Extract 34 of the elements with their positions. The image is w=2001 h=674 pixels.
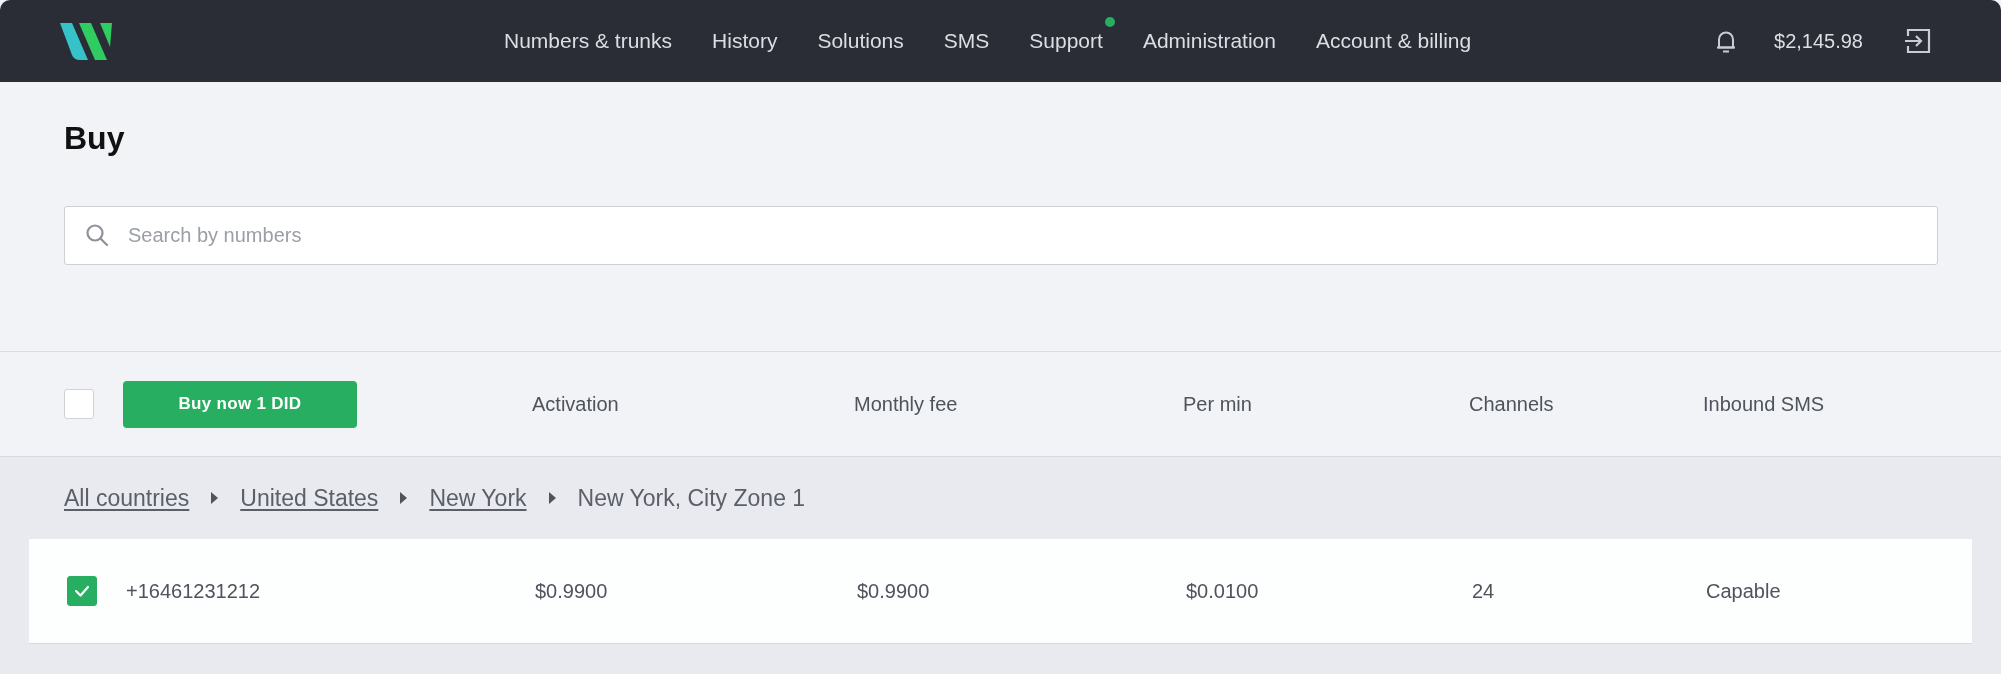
column-header: Monthly fee bbox=[854, 392, 959, 416]
breadcrumb-current: New York, City Zone 1 bbox=[577, 484, 806, 512]
caret-right-icon bbox=[211, 492, 219, 504]
logout-icon[interactable] bbox=[1905, 28, 1931, 54]
page-title: Buy bbox=[64, 119, 126, 158]
checkbox[interactable] bbox=[64, 389, 94, 419]
breadcrumb-link[interactable]: All countries bbox=[64, 484, 190, 512]
channels-cell-text: 24 bbox=[1472, 579, 1496, 603]
inbound-sms-cell-text: Capable bbox=[1706, 579, 1782, 603]
column-header: Channels bbox=[1469, 392, 1555, 416]
number-row[interactable]: +16461231212 $0.9900 $0.9900 $0.0100 24 Capable bbox=[29, 539, 1972, 643]
per-min-cell-text: $0.0100 bbox=[1186, 579, 1260, 603]
search-icon bbox=[85, 222, 109, 247]
column-header: Per min bbox=[1183, 392, 1253, 416]
account-balance: $2,145.98 bbox=[1774, 29, 1863, 53]
search-field[interactable]: Search by numbers bbox=[64, 205, 1938, 265]
nav-link[interactable]: SMS bbox=[943, 29, 990, 52]
logo-icon[interactable] bbox=[60, 22, 112, 60]
caret-right-icon bbox=[548, 492, 556, 504]
nav-link[interactable]: Account & billing bbox=[1315, 29, 1472, 52]
breadcrumb-link[interactable]: United States bbox=[240, 484, 379, 512]
nav-link[interactable]: Numbers & trunks bbox=[504, 29, 673, 52]
nav-link[interactable]: Support bbox=[1029, 29, 1103, 52]
column-header: Inbound SMS bbox=[1703, 392, 1826, 416]
caret-right-icon bbox=[400, 492, 408, 504]
phone-number: +16461231212 bbox=[126, 579, 262, 603]
column-header: Activation bbox=[532, 392, 620, 416]
nav-link[interactable]: Solutions bbox=[817, 29, 904, 52]
nav-link[interactable]: Administration bbox=[1142, 29, 1276, 52]
breadcrumb-link[interactable]: New York bbox=[429, 484, 527, 512]
activation-cell-text: $0.9900 bbox=[535, 579, 609, 603]
nav-link[interactable]: History bbox=[712, 29, 778, 52]
checkbox[interactable] bbox=[67, 576, 97, 606]
monthly-fee-cell-text: $0.9900 bbox=[857, 579, 931, 603]
